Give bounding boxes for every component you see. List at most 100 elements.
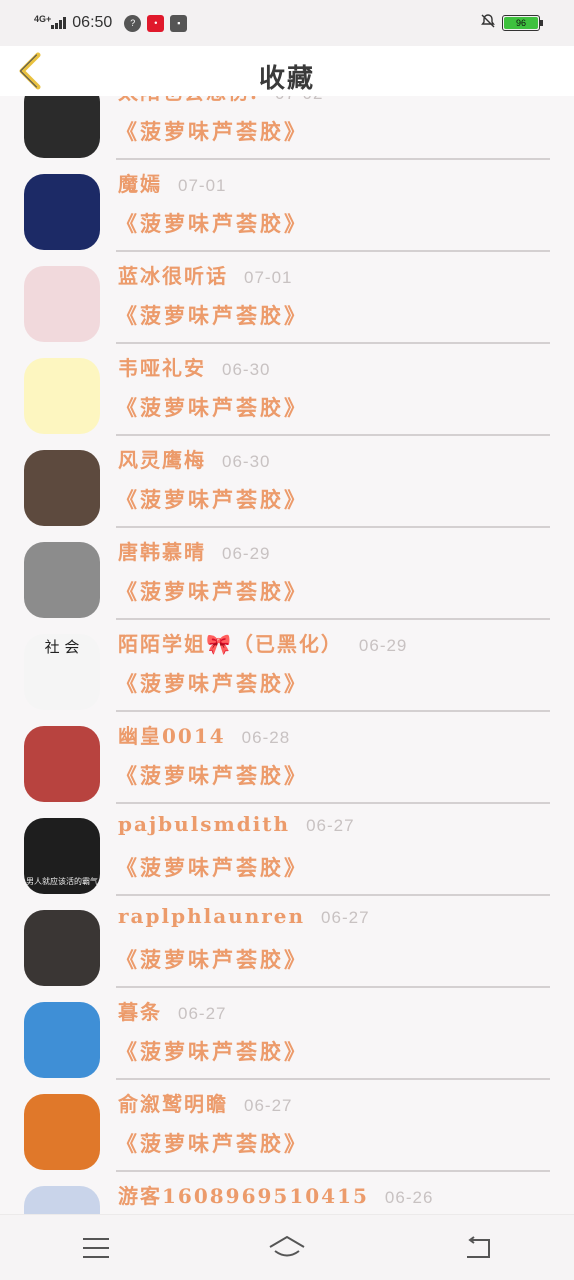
avatar[interactable] xyxy=(24,542,100,618)
name-line: raplphlaunren 06-27 xyxy=(118,904,370,940)
favorite-item[interactable]: 太阳也会悲伤. 07-02 《菠萝味芦荟胶》 xyxy=(0,96,574,160)
song-title[interactable]: 《菠萝味芦荟胶》 xyxy=(116,760,308,790)
avatar[interactable] xyxy=(24,96,100,158)
favorite-item-text: 唐韩慕晴 06-29 《菠萝味芦荟胶》 xyxy=(116,536,550,620)
user-name[interactable]: 风灵鹰梅 xyxy=(118,444,206,473)
name-line: 风灵鹰梅 06-30 xyxy=(118,444,270,480)
favorite-item-text: pajbulsmdith 06-27 《菠萝味芦荟胶》 xyxy=(116,812,550,896)
status-time: 06:50 xyxy=(72,14,113,31)
song-title[interactable]: 《菠萝味芦荟胶》 xyxy=(116,576,308,606)
user-name[interactable]: 太阳也会悲伤. xyxy=(118,96,259,105)
song-title[interactable]: 《菠萝味芦荟胶》 xyxy=(116,484,308,514)
favorite-date: 07-01 xyxy=(244,268,293,287)
song-title[interactable]: 《菠萝味芦荟胶》 xyxy=(116,300,308,330)
battery-level: 96 xyxy=(504,17,538,29)
favorite-item-text: 太阳也会悲伤. 07-02 《菠萝味芦荟胶》 xyxy=(116,96,550,160)
return-icon xyxy=(467,1235,491,1258)
network-type: 4G+ xyxy=(34,13,52,24)
avatar[interactable] xyxy=(24,1186,100,1214)
favorite-item-text: 暮条 06-27 《菠萝味芦荟胶》 xyxy=(116,996,550,1080)
name-line: 陌陌学姐🎀（已黑化） 06-29 xyxy=(118,628,407,664)
favorite-item-text: 幽皇0014 06-28 《菠萝味芦荟胶》 xyxy=(116,720,550,804)
back-button[interactable] xyxy=(14,50,46,92)
favorite-item[interactable]: 风灵鹰梅 06-30 《菠萝味芦荟胶》 xyxy=(0,436,574,528)
favorite-item-text: raplphlaunren 06-27 《菠萝味芦荟胶》 xyxy=(116,904,550,988)
favorite-item[interactable]: 唐韩慕晴 06-29 《菠萝味芦荟胶》 xyxy=(0,528,574,620)
user-name[interactable]: raplphlaunren xyxy=(118,904,305,928)
favorite-item[interactable]: raplphlaunren 06-27 《菠萝味芦荟胶》 xyxy=(0,896,574,988)
favorite-item[interactable]: 社 会 陌陌学姐🎀（已黑化） 06-29 《菠萝味芦荟胶》 xyxy=(0,620,574,712)
favorite-item[interactable]: 游客1608969510415 06-26 xyxy=(0,1172,574,1214)
avatar[interactable]: 男人就应该活的霸气 xyxy=(24,818,100,894)
favorite-item[interactable]: 男人就应该活的霸气 pajbulsmdith 06-27 《菠萝味芦荟胶》 xyxy=(0,804,574,896)
home-icon xyxy=(269,1235,305,1256)
song-title[interactable]: 《菠萝味芦荟胶》 xyxy=(116,392,308,422)
red-app-icon: • xyxy=(147,14,165,32)
favorite-item[interactable]: 暮条 06-27 《菠萝味芦荟胶》 xyxy=(0,988,574,1080)
avatar[interactable] xyxy=(24,910,100,986)
avatar[interactable]: 社 会 xyxy=(24,634,100,710)
favorite-date: 06-27 xyxy=(321,908,370,927)
favorite-item[interactable]: 俞溆鹫明瞻 06-27 《菠萝味芦荟胶》 xyxy=(0,1080,574,1172)
song-title[interactable]: 《菠萝味芦荟胶》 xyxy=(116,944,308,974)
favorite-date: 06-30 xyxy=(222,452,271,471)
name-line: 蓝冰很听话 07-01 xyxy=(118,260,292,296)
song-title[interactable]: 《菠萝味芦荟胶》 xyxy=(116,1128,308,1158)
user-name[interactable]: 韦哑礼安 xyxy=(118,352,206,381)
name-line: 幽皇0014 06-28 xyxy=(118,720,290,756)
song-title[interactable]: 《菠萝味芦荟胶》 xyxy=(116,116,308,146)
name-line: 太阳也会悲伤. 07-02 xyxy=(118,96,323,112)
name-line: 暮条 06-27 xyxy=(118,996,226,1032)
song-title[interactable]: 《菠萝味芦荟胶》 xyxy=(116,668,308,698)
user-name[interactable]: 唐韩慕晴 xyxy=(118,536,206,565)
song-title[interactable]: 《菠萝味芦荟胶》 xyxy=(116,852,308,882)
menu-icon xyxy=(82,1237,109,1258)
avatar[interactable] xyxy=(24,358,100,434)
user-name[interactable]: 蓝冰很听话 xyxy=(118,260,228,289)
favorites-list[interactable]: 太阳也会悲伤.07-02《菠萝味芦荟胶》魔嫣07-01《菠萝味芦荟胶》蓝冰很听话… xyxy=(0,96,574,1214)
favorite-date: 06-26 xyxy=(384,1188,434,1207)
battery-icon: 96 xyxy=(502,15,543,31)
menu-button[interactable] xyxy=(66,1226,126,1270)
chevron-left-icon xyxy=(19,52,41,90)
name-line: pajbulsmdith 06-27 xyxy=(118,812,355,848)
app-header: 收藏 xyxy=(0,46,574,96)
name-line: 唐韩慕晴 06-29 xyxy=(118,536,270,572)
favorite-item-text: 俞溆鹫明瞻 06-27 《菠萝味芦荟胶》 xyxy=(116,1088,550,1172)
user-name[interactable]: 幽皇0014 xyxy=(118,720,226,749)
user-name[interactable]: 魔嫣 xyxy=(118,168,162,197)
favorite-item[interactable]: 幽皇0014 06-28 《菠萝味芦荟胶》 xyxy=(0,712,574,804)
favorite-date: 07-01 xyxy=(178,176,227,195)
favorite-date: 06-29 xyxy=(358,636,408,655)
user-name[interactable]: 游客1608969510415 xyxy=(118,1180,369,1209)
favorite-date: 06-29 xyxy=(222,544,271,563)
favorite-item-text: 韦哑礼安 06-30 《菠萝味芦荟胶》 xyxy=(116,352,550,436)
mute-bell-icon xyxy=(480,13,496,34)
favorite-item[interactable]: 蓝冰很听话 07-01 《菠萝味芦荟胶》 xyxy=(0,252,574,344)
return-button[interactable] xyxy=(448,1226,508,1270)
user-name[interactable]: pajbulsmdith xyxy=(118,812,290,836)
favorite-item-text: 魔嫣 07-01 《菠萝味芦荟胶》 xyxy=(116,168,550,252)
favorite-item[interactable]: 韦哑礼安 06-30 《菠萝味芦荟胶》 xyxy=(0,344,574,436)
avatar[interactable] xyxy=(24,726,100,802)
song-title[interactable]: 《菠萝味芦荟胶》 xyxy=(116,208,308,238)
avatar[interactable] xyxy=(24,174,100,250)
favorite-item[interactable]: 魔嫣 07-01 《菠萝味芦荟胶》 xyxy=(0,160,574,252)
avatar[interactable] xyxy=(24,450,100,526)
favorite-date: 06-27 xyxy=(306,816,355,835)
song-title[interactable]: 《菠萝味芦荟胶》 xyxy=(116,1036,308,1066)
avatar[interactable] xyxy=(24,266,100,342)
avatar[interactable] xyxy=(24,1094,100,1170)
signal-icon xyxy=(51,17,67,29)
home-button[interactable] xyxy=(257,1226,317,1270)
user-name[interactable]: 俞溆鹫明瞻 xyxy=(118,1088,228,1117)
favorite-item-text: 陌陌学姐🎀（已黑化） 06-29 《菠萝味芦荟胶》 xyxy=(116,628,550,712)
favorite-item-text: 风灵鹰梅 06-30 《菠萝味芦荟胶》 xyxy=(116,444,550,528)
favorite-date: 06-28 xyxy=(241,728,291,747)
system-nav-bar xyxy=(0,1214,574,1280)
favorite-date: 06-27 xyxy=(178,1004,227,1023)
user-name[interactable]: 陌陌学姐🎀（已黑化） xyxy=(118,628,343,657)
avatar[interactable] xyxy=(24,1002,100,1078)
status-bar: 4G+ 06:50 ? • ▪ 96 xyxy=(0,0,574,46)
user-name[interactable]: 暮条 xyxy=(118,996,162,1025)
